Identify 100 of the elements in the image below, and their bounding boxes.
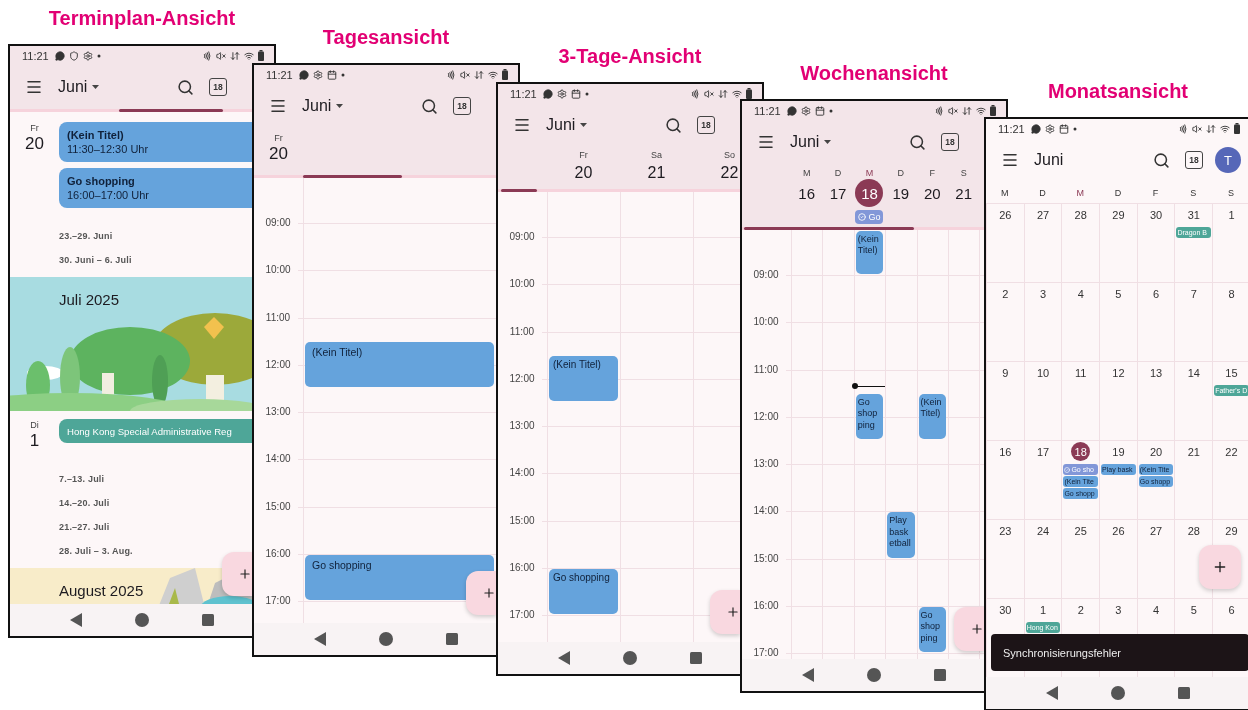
add-event-button[interactable] [222,552,252,596]
date-number[interactable]: 26 [995,205,1015,224]
back-icon[interactable] [558,651,570,665]
date-number[interactable]: 18 [1071,442,1091,461]
date-number[interactable]: 11 [1071,363,1091,382]
date-number[interactable]: 24 [1033,521,1053,540]
today-button[interactable]: 18 [1185,151,1203,169]
home-icon[interactable] [379,632,393,646]
week-range[interactable]: 23.–29. Juni [59,224,113,248]
date-number[interactable]: 1 [1221,205,1241,224]
date-number[interactable]: 28 [1071,205,1091,224]
today-button[interactable]: 18 [941,133,959,151]
date-number[interactable]: 30 [1146,205,1166,224]
date-number[interactable]: 29 [1108,205,1128,224]
date-number[interactable]: 27 [1033,205,1053,224]
date-number[interactable]: 19 [1108,442,1128,461]
event-card[interactable]: (Kein Titel) 11:30–12:30 Uhr [59,122,252,162]
date-number[interactable]: 5 [1184,600,1204,619]
date-number[interactable]: 6 [1146,284,1166,303]
back-icon[interactable] [802,668,814,682]
date-number[interactable]: 4 [1071,284,1091,303]
week-range[interactable]: 21.–27. Juli [59,515,110,539]
today-button[interactable]: 18 [697,116,715,134]
home-icon[interactable] [623,651,637,665]
back-icon[interactable] [314,632,326,646]
event-block[interactable]: Go shopping [855,394,884,440]
date-number[interactable]: 3 [1033,284,1053,303]
week-range[interactable]: 30. Juni – 6. Juli [59,248,132,272]
recents-icon[interactable] [934,669,946,681]
event-block[interactable]: (Kein Titel) [855,231,884,274]
event-block[interactable]: (Kein Titel) [918,394,946,440]
day-number[interactable]: 19 [886,179,915,207]
recents-icon[interactable] [690,652,702,664]
month-dropdown[interactable]: Juni [546,116,588,134]
calendar-icon [570,88,581,99]
month-dropdown[interactable]: Juni [302,97,344,115]
week-range[interactable]: 28. Juli – 3. Aug. [59,539,133,563]
today-button[interactable]: 18 [453,97,471,115]
date-number[interactable]: 12 [1108,363,1128,382]
date-number[interactable]: 7 [1184,284,1204,303]
event-block[interactable]: Play basketball [887,512,915,558]
date-number[interactable]: 13 [1146,363,1166,382]
day-number[interactable]: 22 [715,159,744,187]
event-block[interactable]: Go shopping [305,555,494,601]
month-dropdown[interactable]: Juni [790,133,832,151]
event-block[interactable]: (Kein Titel) [305,342,494,388]
date-number[interactable]: 16 [995,442,1015,461]
day-number[interactable]: 21 [949,179,978,207]
day-number[interactable]: 20 [918,179,947,207]
add-event-button[interactable] [466,571,496,615]
month-dropdown[interactable]: Juni [58,78,100,96]
date-number[interactable]: 29 [1221,521,1241,540]
date-number[interactable]: 30 [995,600,1015,619]
day-number[interactable]: 18 [855,179,884,207]
avatar[interactable]: T [1215,147,1241,173]
date-number[interactable]: 9 [995,363,1015,382]
date-number[interactable]: 31 [1184,205,1204,224]
date-number[interactable]: 28 [1184,521,1204,540]
home-icon[interactable] [135,613,149,627]
date-number[interactable]: 17 [1033,442,1053,461]
date-number[interactable]: 27 [1146,521,1166,540]
home-icon[interactable] [867,668,881,682]
date-number[interactable]: 8 [1221,284,1241,303]
date-number[interactable]: 26 [1108,521,1128,540]
back-icon[interactable] [70,613,82,627]
date-number[interactable]: 5 [1108,284,1128,303]
date-number[interactable]: 15 [1221,363,1241,382]
date-number[interactable]: 6 [1221,600,1241,619]
today-button[interactable]: 18 [209,78,227,96]
day-number[interactable]: 20 [569,159,598,187]
date-number[interactable]: 10 [1033,363,1053,382]
event-block[interactable]: (Kein Titel) [549,356,618,402]
event-block[interactable]: Go shopping [549,569,618,615]
week-range[interactable]: 14.–20. Juli [59,491,110,515]
back-icon[interactable] [1046,686,1058,700]
date-number[interactable]: 1 [1033,600,1053,619]
date-number[interactable]: 20 [1146,442,1166,461]
date-number[interactable]: 3 [1108,600,1128,619]
day-number[interactable]: 17 [824,179,853,207]
week-range[interactable]: 7.–13. Juli [59,467,105,491]
date-number[interactable]: 22 [1221,442,1241,461]
date-number[interactable]: 23 [995,521,1015,540]
event-block[interactable]: Go shopping [918,607,946,653]
add-event-button[interactable] [954,607,984,651]
date-number[interactable]: 21 [1184,442,1204,461]
dot-icon [584,91,589,96]
date-number[interactable]: 4 [1146,600,1166,619]
day-number[interactable]: 21 [642,159,671,187]
date-number[interactable]: 2 [995,284,1015,303]
home-icon[interactable] [1111,686,1125,700]
date-number[interactable]: 14 [1184,363,1204,382]
event-card[interactable]: Go shopping 16:00–17:00 Uhr [59,168,252,208]
day-number[interactable]: 16 [792,179,821,207]
date-number[interactable]: 2 [1071,600,1091,619]
recents-icon[interactable] [446,633,458,645]
recents-icon[interactable] [1178,687,1190,699]
recents-icon[interactable] [202,614,214,626]
month-dropdown[interactable]: Juni [1034,151,1064,169]
add-event-button[interactable] [710,590,740,634]
date-number[interactable]: 25 [1071,521,1091,540]
